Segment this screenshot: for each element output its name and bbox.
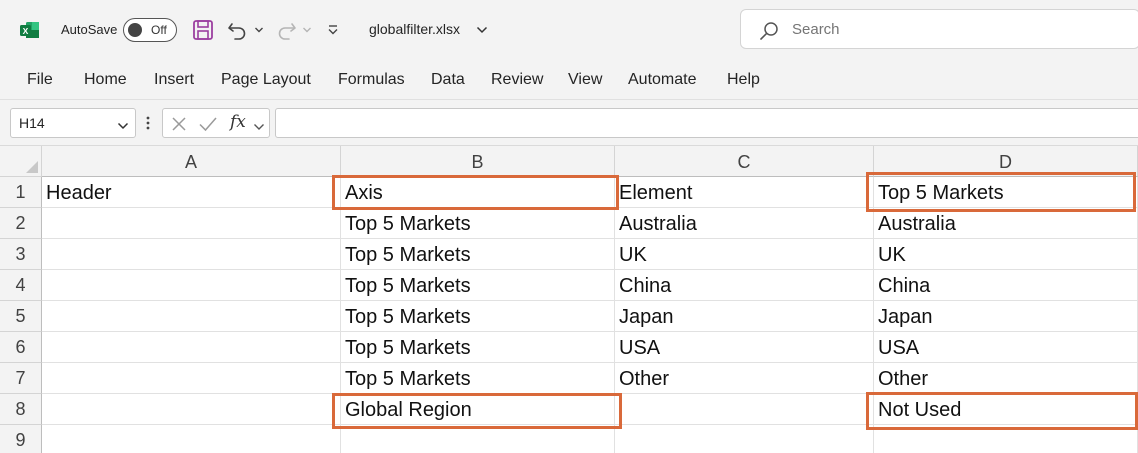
tab-view[interactable]: View [568, 71, 602, 89]
cell-b6[interactable]: Top 5 Markets [341, 332, 615, 363]
cell-a2[interactable] [42, 208, 341, 239]
tab-formulas[interactable]: Formulas [338, 71, 405, 89]
search-input[interactable] [792, 21, 1092, 38]
cell-b4[interactable]: Top 5 Markets [341, 270, 615, 301]
cell-a6[interactable] [42, 332, 341, 363]
cell-c3[interactable]: UK [615, 239, 874, 270]
cell-a9[interactable] [42, 425, 341, 453]
customize-quick-access-icon[interactable] [326, 16, 340, 44]
redo-icon[interactable] [274, 16, 298, 44]
name-box[interactable]: H14 [10, 108, 136, 138]
row-header-7[interactable]: 7 [0, 363, 42, 394]
column-header-b[interactable]: B [341, 146, 615, 177]
cell-c8[interactable] [615, 394, 874, 425]
autosave-label: AutoSave [61, 22, 118, 37]
formula-bar: H14 fx [0, 100, 1138, 146]
fx-chevron-icon[interactable] [253, 119, 265, 137]
formula-buttons: fx [162, 108, 270, 138]
spreadsheet-grid: A B C D 1 Header Axis Element Top 5 Markets 2 Top … [0, 146, 1138, 453]
cell-c7[interactable]: Other [615, 363, 874, 394]
file-name[interactable]: globalfilter.xlsx [369, 21, 460, 37]
column-header-c[interactable]: C [615, 146, 874, 177]
redo-dropdown-chevron-icon[interactable] [302, 16, 312, 44]
more-options-dots-icon[interactable] [145, 114, 151, 137]
row-header-5[interactable]: 5 [0, 301, 42, 332]
row-header-9[interactable]: 9 [0, 425, 42, 453]
cell-a7[interactable] [42, 363, 341, 394]
row-header-8[interactable]: 8 [0, 394, 42, 425]
cell-a3[interactable] [42, 239, 341, 270]
tab-review[interactable]: Review [491, 71, 543, 89]
row-header-6[interactable]: 6 [0, 332, 42, 363]
tab-data[interactable]: Data [431, 71, 465, 89]
cell-c2[interactable]: Australia [615, 208, 874, 239]
tab-insert[interactable]: Insert [154, 71, 194, 89]
autosave-toggle[interactable]: Off [123, 18, 177, 42]
cell-b1[interactable]: Axis [341, 177, 615, 208]
title-bar: X AutoSave Off globalfilter.xlsx Search [0, 0, 1138, 62]
cell-b8[interactable]: Global Region [341, 394, 615, 425]
cell-d1[interactable]: Top 5 Markets [874, 177, 1138, 208]
save-icon[interactable] [192, 16, 214, 44]
tab-file[interactable]: File [27, 71, 53, 89]
cell-d4[interactable]: China [874, 270, 1138, 301]
ribbon-tabs: File Home Insert Page Layout Formulas Da… [0, 62, 1138, 100]
column-header-d[interactable]: D [874, 146, 1138, 177]
cell-c4[interactable]: China [615, 270, 874, 301]
undo-icon[interactable] [226, 16, 250, 44]
row-header-3[interactable]: 3 [0, 239, 42, 270]
tab-home[interactable]: Home [84, 71, 127, 89]
toggle-knob [128, 22, 142, 37]
cell-c5[interactable]: Japan [615, 301, 874, 332]
undo-dropdown-chevron-icon[interactable] [254, 16, 264, 44]
cell-d9[interactable] [874, 425, 1138, 453]
name-box-chevron-icon[interactable] [117, 118, 129, 136]
cell-b3[interactable]: Top 5 Markets [341, 239, 615, 270]
cell-a4[interactable] [42, 270, 341, 301]
search-icon [759, 21, 779, 46]
autosave-state: Off [151, 23, 167, 37]
cell-a1[interactable]: Header [42, 177, 341, 208]
tab-help[interactable]: Help [727, 71, 760, 89]
insert-function-fx-icon[interactable]: fx [230, 112, 246, 132]
cell-b2[interactable]: Top 5 Markets [341, 208, 615, 239]
tab-page-layout[interactable]: Page Layout [221, 71, 311, 89]
cell-b5[interactable]: Top 5 Markets [341, 301, 615, 332]
cell-a8[interactable] [42, 394, 341, 425]
row-header-4[interactable]: 4 [0, 270, 42, 301]
column-header-a[interactable]: A [42, 146, 341, 177]
enter-check-icon[interactable] [198, 115, 218, 138]
row-header-2[interactable]: 2 [0, 208, 42, 239]
cell-d3[interactable]: UK [874, 239, 1138, 270]
excel-logo-icon: X [20, 21, 40, 39]
name-box-value: H14 [19, 115, 45, 131]
cell-c9[interactable] [615, 425, 874, 453]
cell-d6[interactable]: USA [874, 332, 1138, 363]
cell-c6[interactable]: USA [615, 332, 874, 363]
cell-b7[interactable]: Top 5 Markets [341, 363, 615, 394]
file-name-chevron-icon[interactable] [476, 22, 488, 40]
cell-d7[interactable]: Other [874, 363, 1138, 394]
search-box[interactable] [740, 9, 1138, 49]
tab-automate[interactable]: Automate [628, 71, 696, 89]
cell-d5[interactable]: Japan [874, 301, 1138, 332]
cell-a5[interactable] [42, 301, 341, 332]
cancel-x-icon[interactable] [170, 115, 188, 138]
select-all-corner[interactable] [0, 146, 42, 177]
cell-c1[interactable]: Element [615, 177, 874, 208]
cell-d2[interactable]: Australia [874, 208, 1138, 239]
cell-d8[interactable]: Not Used [874, 394, 1138, 425]
formula-input[interactable] [275, 108, 1138, 138]
svg-text:X: X [23, 26, 29, 36]
cell-b9[interactable] [341, 425, 615, 453]
row-header-1[interactable]: 1 [0, 177, 42, 208]
